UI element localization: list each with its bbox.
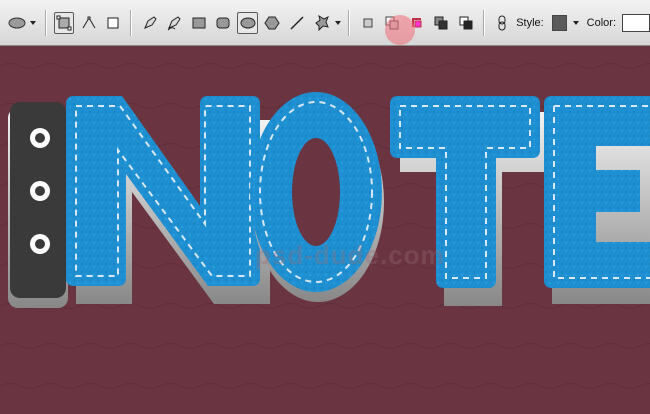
ellipse-icon (240, 17, 256, 28)
pen-tool-button[interactable] (139, 12, 160, 34)
freeform-pen-button[interactable] (164, 12, 185, 34)
fill-pixels-icon (107, 17, 119, 28)
rounded-rectangle-icon (216, 17, 230, 28)
shape-layers-icon (56, 15, 72, 30)
line-icon (290, 15, 304, 30)
polygon-icon (264, 16, 280, 29)
shape-layers-button[interactable] (53, 11, 75, 34)
combine-shape-mode-icon (459, 16, 473, 29)
polygon-tool-button[interactable] (262, 12, 283, 34)
ellipse-tool-button[interactable] (237, 11, 258, 34)
fill-pixels-button[interactable] (103, 12, 124, 34)
style-label: Style: (516, 16, 544, 29)
pen-icon (143, 15, 157, 29)
document-canvas[interactable]: psd-dude.com (0, 46, 650, 414)
options-toolbar: Style: Color: (0, 0, 650, 46)
tool-preset-picker[interactable] (6, 15, 36, 31)
chevron-down-icon[interactable] (335, 20, 342, 25)
note-text-artwork (0, 46, 650, 414)
separator (482, 9, 485, 36)
add-to-shape-area-button[interactable] (357, 12, 378, 34)
separator (348, 9, 351, 36)
style-swatch[interactable] (551, 14, 567, 31)
exclude-overlapping-button[interactable] (431, 12, 452, 34)
rounded-rectangle-tool-button[interactable] (213, 12, 234, 34)
color-swatch[interactable] (622, 13, 650, 32)
chevron-down-icon (30, 20, 36, 25)
line-tool-button[interactable] (286, 12, 307, 34)
paths-button[interactable] (78, 12, 99, 34)
link-layer-style-button[interactable] (492, 12, 513, 34)
custom-shape-icon (315, 14, 330, 31)
watermark: psd-dude.com (255, 240, 445, 270)
freeform-pen-icon (167, 15, 181, 30)
letter-e (544, 96, 650, 304)
combine-mode-button[interactable] (455, 12, 476, 34)
click-highlight (385, 15, 415, 45)
ellipse-preset-icon (8, 17, 26, 28)
leather-tab (8, 102, 68, 308)
color-label: Color: (586, 16, 616, 29)
custom-shape-tool-button[interactable] (311, 12, 332, 34)
separator (130, 9, 133, 36)
rectangle-icon (192, 17, 206, 28)
paths-icon (82, 16, 96, 28)
exclude-shape-mode-icon (434, 16, 448, 29)
separator (45, 9, 47, 36)
rectangle-tool-button[interactable] (188, 12, 209, 34)
add-shape-mode-icon (363, 18, 373, 27)
link-icon (498, 15, 506, 30)
chevron-down-icon[interactable] (572, 20, 579, 25)
